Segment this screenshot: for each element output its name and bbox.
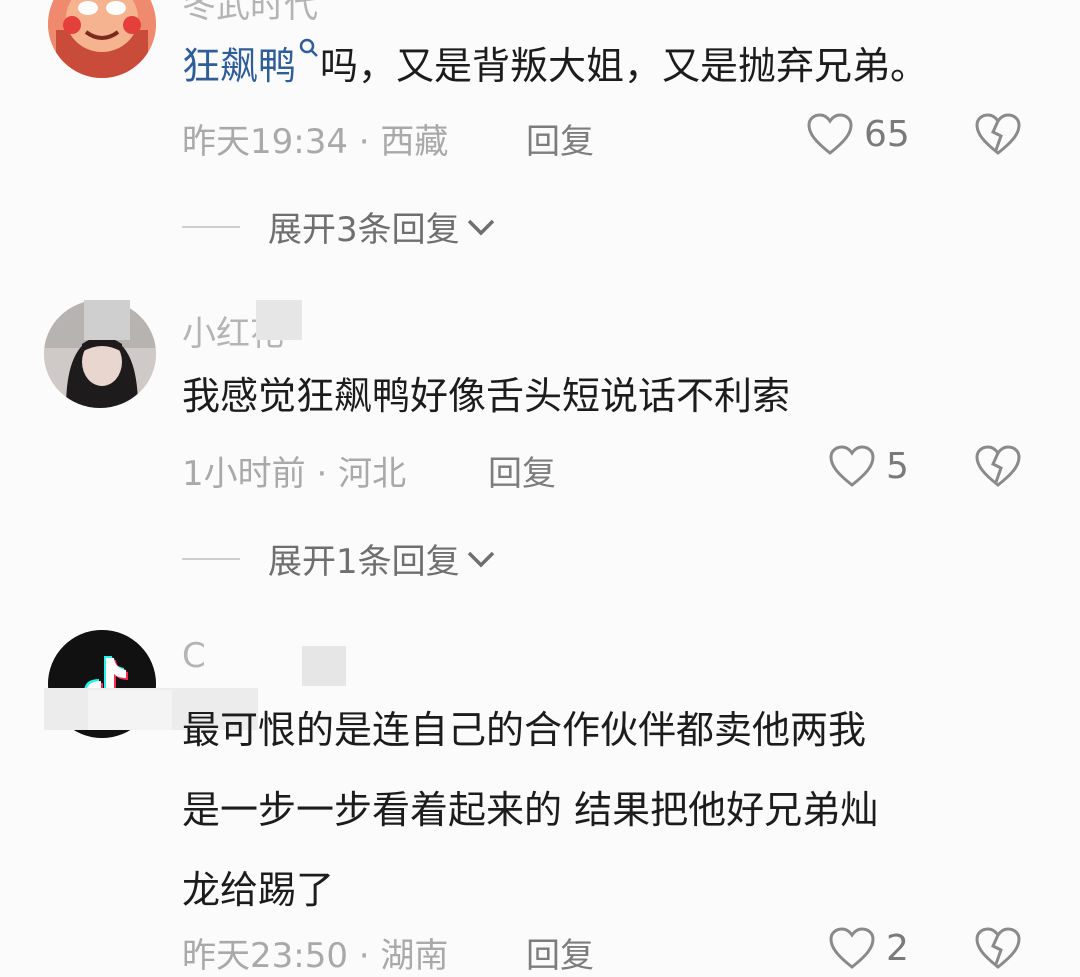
dislike-button[interactable] <box>974 112 1022 160</box>
like-button[interactable]: 5 <box>828 444 909 488</box>
separator: · <box>316 454 328 494</box>
chevron-down-icon <box>467 551 494 567</box>
expand-label: 展开3条回复 <box>268 210 460 250</box>
comment-line: 是一步一步看着起来的 结果把他好兄弟灿 <box>182 788 879 832</box>
heart-icon <box>829 445 875 487</box>
avatar-cartoon-icon <box>48 0 156 78</box>
expand-label: 展开1条回复 <box>268 542 460 582</box>
comment-meta: 1小时前 · 河北 <box>182 446 406 495</box>
comment-text: 最可恨的是连自己的合作伙伴都卖他两我 是一步一步看着起来的 结果把他好兄弟灿 龙… <box>182 690 878 930</box>
username[interactable]: 冬武时代 <box>182 0 318 27</box>
reply-button[interactable]: 回复 <box>488 446 556 495</box>
dislike-broken-heart-icon <box>975 113 1021 155</box>
location: 西藏 <box>380 122 449 162</box>
timestamp: 昨天19:34 <box>182 122 348 162</box>
mention-link[interactable]: 狂飙鸭 <box>182 44 296 88</box>
comment-line: 龙给踢了 <box>182 868 335 912</box>
like-count: 65 <box>864 113 910 155</box>
like-count: 5 <box>886 445 909 487</box>
blurred-block <box>88 690 172 730</box>
blurred-block <box>256 300 302 340</box>
separator: · <box>358 936 370 976</box>
reply-button[interactable]: 回复 <box>526 928 594 977</box>
expand-replies-button[interactable]: 展开1条回复 <box>182 534 496 583</box>
divider-dash <box>182 557 240 560</box>
timestamp: 1小时前 <box>182 454 306 494</box>
dislike-broken-heart-icon <box>975 927 1021 969</box>
separator: · <box>358 122 370 162</box>
search-icon[interactable] <box>298 37 320 59</box>
blurred-block <box>302 646 346 686</box>
expand-replies-button[interactable]: 展开3条回复 <box>182 202 496 251</box>
heart-icon <box>829 927 875 969</box>
comment-line: 最可恨的是连自己的合作伙伴都卖他两我 <box>182 708 867 752</box>
dislike-broken-heart-icon <box>975 445 1021 487</box>
like-button[interactable]: 2 <box>828 926 909 970</box>
divider-dash <box>182 225 240 228</box>
comment-text: 狂飙鸭 吗，又是背叛大姐，又是抛弃兄弟。 <box>182 26 928 106</box>
dislike-button[interactable] <box>974 444 1022 492</box>
location: 河北 <box>338 454 407 494</box>
username[interactable]: C <box>182 636 206 676</box>
reply-button[interactable]: 回复 <box>526 114 594 163</box>
comment-text: 我感觉狂飙鸭好像舌头短说话不利索 <box>182 374 791 418</box>
comment-body: 吗，又是背叛大姐，又是抛弃兄弟。 <box>320 44 929 88</box>
comment-meta: 昨天23:50 · 湖南 <box>182 928 448 977</box>
location: 湖南 <box>380 936 449 976</box>
chevron-down-icon <box>467 219 494 235</box>
timestamp: 昨天23:50 <box>182 936 348 976</box>
avatar[interactable] <box>48 0 156 78</box>
dislike-button[interactable] <box>974 926 1022 974</box>
like-button[interactable]: 65 <box>806 112 910 156</box>
blurred-block <box>84 300 130 340</box>
comment-meta: 昨天19:34 · 西藏 <box>182 114 448 163</box>
heart-icon <box>807 113 853 155</box>
like-count: 2 <box>886 927 909 969</box>
